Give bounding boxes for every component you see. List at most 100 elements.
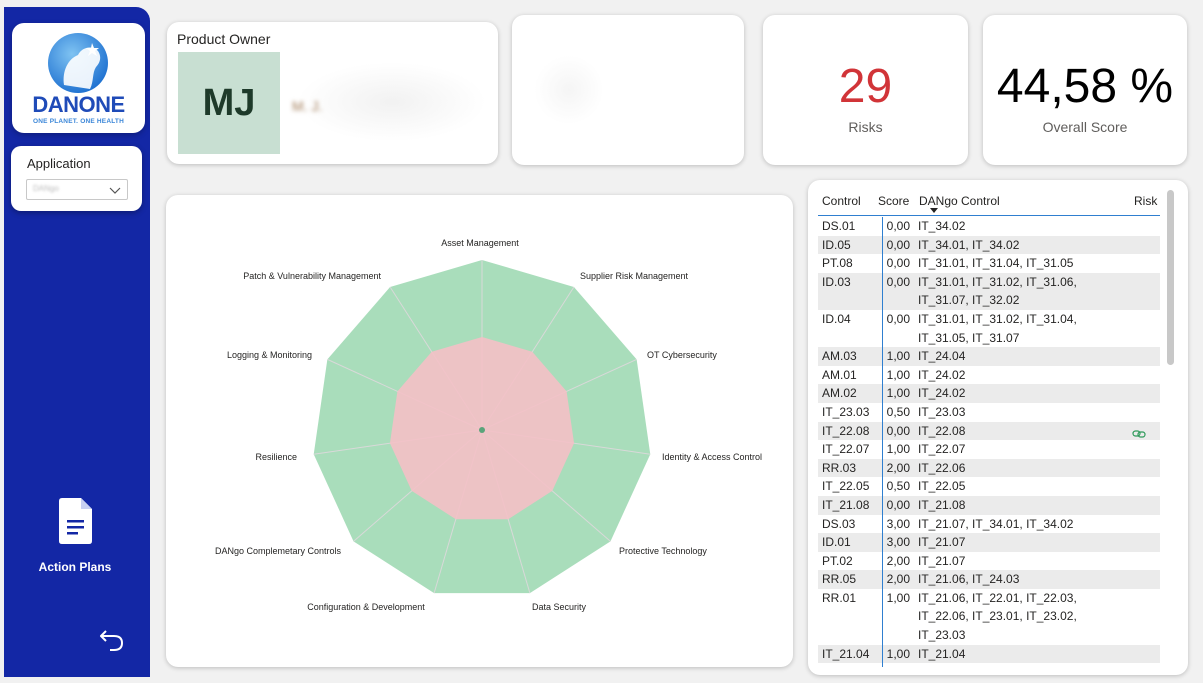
- column-header-score[interactable]: Score: [878, 194, 909, 208]
- table-row[interactable]: CD.01 1,00 IT_21.03: [818, 663, 1160, 667]
- cell-dango-control: IT_22.08: [918, 423, 966, 438]
- table-row[interactable]: IT_22.08 0,00 IT_22.08: [818, 421, 1160, 441]
- cell-dango-control: IT_31.01, IT_31.02, IT_31.06, IT_31.07, …: [918, 274, 1077, 308]
- radar-axis-label: Data Security: [532, 602, 587, 612]
- cell-score: 0,00: [886, 256, 910, 271]
- column-header-risk[interactable]: Risk: [1134, 194, 1157, 208]
- back-arrow-icon[interactable]: [98, 625, 126, 658]
- cell-score: 1,00: [886, 442, 910, 457]
- overall-score-label: Overall Score: [1042, 119, 1128, 135]
- cell-control: IT_23.03: [822, 404, 870, 419]
- table-row[interactable]: IT_22.05 0,50 IT_22.05: [818, 477, 1160, 496]
- avatar: MJ: [178, 52, 280, 154]
- product-owner-card: Product Owner MJ M. J.: [167, 22, 498, 164]
- table-row[interactable]: ID.03 0,00 IT_31.01, IT_31.02, IT_31.06, I…: [818, 272, 1160, 310]
- cell-control: RR.03: [822, 460, 857, 475]
- cell-control: DS.01: [822, 219, 856, 233]
- table-row[interactable]: PT.02 2,00 IT_21.07: [818, 552, 1160, 571]
- application-dropdown[interactable]: DANgo: [26, 179, 128, 200]
- table-row[interactable]: IT_23.03 0,50 IT_23.03: [818, 403, 1160, 422]
- column-header-dango-control[interactable]: DANgo Control: [919, 194, 1000, 208]
- cell-score: 1,00: [886, 367, 910, 382]
- overall-score-kpi-card: 44,58 % Overall Score: [983, 15, 1187, 165]
- cell-control: PT.08: [822, 256, 853, 271]
- radar-axis-label: OT Cybersecurity: [647, 350, 717, 360]
- blurred-background: [297, 62, 487, 142]
- table-row[interactable]: RR.03 2,00 IT_22.06: [818, 458, 1160, 478]
- cell-score: 0,00: [886, 497, 910, 512]
- table-row[interactable]: AM.03 1,00 IT_24.04: [818, 347, 1160, 366]
- cell-dango-control: IT_21.03: [918, 663, 1160, 667]
- action-plans-link[interactable]: Action Plans: [4, 560, 146, 574]
- column-header-control[interactable]: Control: [822, 194, 861, 208]
- cell-score: 0,00: [886, 311, 910, 326]
- cell-dango-control: IT_22.07: [918, 442, 966, 457]
- cell-dango-control: IT_21.04: [918, 646, 966, 661]
- cell-dango-control: IT_22.06: [918, 460, 966, 475]
- risks-count: 29: [838, 60, 893, 113]
- radar-axis-label: Supplier Risk Management: [580, 271, 689, 281]
- table-row[interactable]: IT_22.07 1,00 IT_22.07: [818, 440, 1160, 459]
- table-row[interactable]: DS.03 3,00 IT_21.07, IT_34.01, IT_34.02: [818, 515, 1160, 534]
- table-row[interactable]: AM.01 1,00 IT_24.02: [818, 366, 1160, 385]
- cell-control: AM.01: [822, 367, 857, 382]
- cell-control: PT.02: [822, 553, 853, 568]
- brand-tagline: ONE PLANET. ONE HEALTH: [33, 118, 124, 125]
- cell-score: 1,00: [886, 590, 910, 605]
- table-body: DS.01 0,00 IT_34.02 ID.05 0,00 IT_34.01, IT_3…: [818, 217, 1160, 667]
- cell-dango-control: IT_34.01, IT_34.02: [918, 237, 1020, 252]
- cell-score: 0,50: [886, 479, 910, 494]
- product-owner-name: M. J.: [292, 98, 323, 114]
- cell-score: 3,00: [886, 535, 910, 550]
- cell-dango-control: IT_24.02: [918, 386, 966, 401]
- table-row[interactable]: DS.01 0,00 IT_34.02: [818, 217, 1160, 236]
- cell-control: RR.01: [822, 590, 857, 605]
- cell-control: ID.03: [822, 274, 851, 289]
- risks-label: Risks: [848, 119, 883, 135]
- table-row[interactable]: IT_21.08 0,00 IT_21.08: [818, 495, 1160, 515]
- cell-dango-control: IT_21.07: [918, 535, 966, 550]
- cell-score: 3,00: [886, 516, 910, 531]
- cell-dango-control: IT_22.05: [918, 479, 966, 494]
- cell-dango-control: IT_21.06, IT_22.01, IT_22.03, IT_22.06, …: [918, 590, 1077, 643]
- radar-axis-label: Asset Management: [441, 238, 519, 248]
- cell-control: IT_22.05: [822, 479, 870, 494]
- cell-control: ID.05: [822, 237, 851, 252]
- cell-score: 0,00: [886, 219, 910, 233]
- radar-axis-label: Resilience: [255, 452, 297, 462]
- radar-center-point: [479, 427, 485, 433]
- table-row[interactable]: ID.04 0,00 IT_31.01, IT_31.02, IT_31.04, I…: [818, 310, 1160, 347]
- cell-control: IT_22.08: [822, 423, 870, 438]
- radar-chart: Asset Management Supplier Risk Management…: [215, 238, 762, 612]
- document-icon[interactable]: [57, 497, 93, 550]
- cell-dango-control: IT_24.02: [918, 367, 966, 382]
- sort-descending-icon[interactable]: [930, 208, 938, 213]
- danone-logo: DANONE ONE PLANET. ONE HEALTH: [12, 23, 145, 133]
- controls-table: Control Score DANgo Control Risk DS.01 0,…: [808, 180, 1188, 675]
- cell-score: 0,50: [886, 404, 910, 419]
- cell-dango-control: IT_31.01, IT_31.02, IT_31.04, IT_31.05, …: [918, 311, 1077, 345]
- radar-axis-label: Configuration & Development: [307, 602, 425, 612]
- cell-control: ID.04: [822, 311, 851, 326]
- table-header: Control Score DANgo Control Risk: [818, 192, 1160, 216]
- cell-score: 1,00: [886, 386, 910, 401]
- column-divider: [882, 217, 883, 667]
- table-row[interactable]: ID.05 0,00 IT_34.01, IT_34.02: [818, 235, 1160, 255]
- cell-score: 0,00: [886, 237, 910, 252]
- table-row[interactable]: PT.08 0,00 IT_31.01, IT_31.04, IT_31.05: [818, 254, 1160, 273]
- cell-control: IT_22.07: [822, 442, 870, 457]
- cell-score: 1,00: [886, 349, 910, 364]
- cell-score: 1,00: [886, 646, 910, 661]
- table-row[interactable]: ID.01 3,00 IT_21.07: [818, 533, 1160, 552]
- table-row[interactable]: RR.01 1,00 IT_21.06, IT_22.01, IT_22.03, I…: [818, 589, 1160, 645]
- table-row[interactable]: RR.05 2,00 IT_21.06, IT_24.03: [818, 570, 1160, 589]
- cell-dango-control: IT_31.01, IT_31.04, IT_31.05: [918, 256, 1074, 271]
- table-scrollbar[interactable]: [1167, 190, 1174, 365]
- cell-control: DS.03: [822, 516, 856, 531]
- table-row[interactable]: AM.02 1,00 IT_24.02: [818, 384, 1160, 403]
- cell-control: IT_21.04: [822, 646, 870, 661]
- cell-dango-control: IT_21.07, IT_34.01, IT_34.02: [918, 516, 1074, 531]
- table-row[interactable]: IT_21.04 1,00 IT_21.04: [818, 644, 1160, 664]
- radar-axis-label: Patch & Vulnerability Management: [243, 271, 381, 281]
- cell-dango-control: IT_21.06, IT_24.03: [918, 572, 1020, 587]
